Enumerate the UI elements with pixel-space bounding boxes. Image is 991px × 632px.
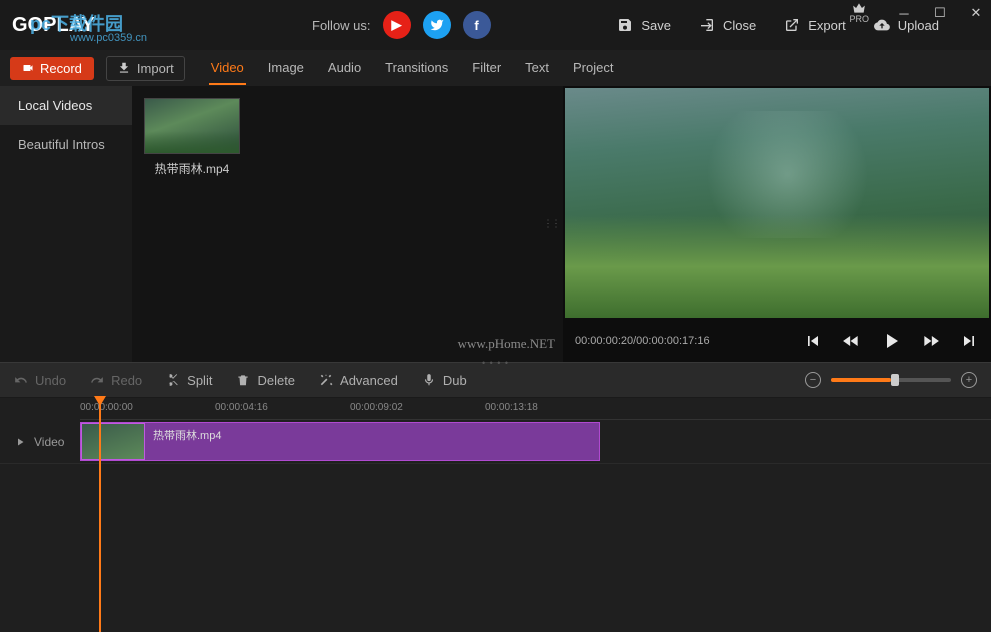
- close-label: Close: [723, 18, 756, 33]
- media-thumbnail: [144, 98, 240, 154]
- preview-controls: 00:00:00:20/00:00:00:17:16: [563, 320, 991, 362]
- zoom-fill: [831, 378, 891, 382]
- advanced-button[interactable]: Advanced: [319, 373, 398, 388]
- edit-toolbar: • • • • Undo Redo Split Delete Advanced …: [0, 362, 991, 398]
- next-frame-button[interactable]: [921, 331, 941, 351]
- zoom-slider[interactable]: [831, 378, 951, 382]
- youtube-icon[interactable]: ▶: [383, 11, 411, 39]
- watermark-text: www.pHome.NET: [458, 336, 555, 352]
- delete-button[interactable]: Delete: [236, 373, 295, 388]
- zoom-in-button[interactable]: +: [961, 372, 977, 388]
- media-clip[interactable]: 热带雨林.mp4: [144, 98, 240, 177]
- ruler-mark: 00:00:09:02: [350, 402, 403, 413]
- clip-thumbnail: [81, 423, 145, 460]
- import-label: Import: [137, 61, 174, 76]
- tab-audio[interactable]: Audio: [326, 52, 363, 85]
- skip-end-button[interactable]: [959, 331, 979, 351]
- time-display: 00:00:00:20/00:00:00:17:16: [575, 335, 710, 347]
- tab-transitions[interactable]: Transitions: [383, 52, 450, 85]
- save-icon: [617, 17, 633, 33]
- clip-label: 热带雨林.mp4: [145, 423, 599, 460]
- tab-image[interactable]: Image: [266, 52, 306, 85]
- crown-icon: [852, 2, 866, 14]
- split-button[interactable]: Split: [166, 373, 212, 388]
- ruler-mark: 00:00:00:00: [80, 402, 133, 413]
- maximize-button[interactable]: ☐: [931, 4, 949, 22]
- sidebar-item-local-videos[interactable]: Local Videos: [0, 86, 132, 125]
- media-clip-name: 热带雨林.mp4: [144, 160, 240, 177]
- media-tabs: Video Image Audio Transitions Filter Tex…: [209, 52, 616, 85]
- redo-button[interactable]: Redo: [90, 373, 142, 388]
- preview-panel: 00:00:00:20/00:00:00:17:16: [563, 86, 991, 362]
- zoom-controls: − +: [805, 372, 977, 388]
- timeline: 00:00:00:00 00:00:04:16 00:00:09:02 00:0…: [0, 398, 991, 632]
- dub-button[interactable]: Dub: [422, 373, 467, 388]
- ruler-mark: 00:00:13:18: [485, 402, 538, 413]
- undo-button[interactable]: Undo: [14, 373, 66, 388]
- export-label: Export: [808, 18, 846, 33]
- follow-us-area: Follow us: ▶ f: [312, 11, 491, 39]
- video-track: Video 热带雨林.mp4: [0, 420, 991, 464]
- close-out-icon: [699, 17, 715, 33]
- tab-video[interactable]: Video: [209, 52, 246, 85]
- mid-area: Local Videos Beautiful Intros 热带雨林.mp4 ⋮…: [0, 86, 991, 362]
- mic-icon: [422, 373, 436, 387]
- titlebar: GOPLAY pc下载件园 www.pc0359.cn Follow us: ▶…: [0, 0, 991, 50]
- export-button[interactable]: Export: [784, 17, 846, 33]
- skip-start-button[interactable]: [803, 331, 823, 351]
- media-library: 热带雨林.mp4 ⋮⋮ www.pHome.NET: [132, 86, 563, 362]
- preview-screen[interactable]: [565, 88, 989, 318]
- tab-text[interactable]: Text: [523, 52, 551, 85]
- watermark-overlay-url: www.pc0359.cn: [70, 32, 147, 44]
- facebook-icon[interactable]: f: [463, 11, 491, 39]
- record-button[interactable]: Record: [10, 57, 94, 80]
- close-button[interactable]: Close: [699, 17, 756, 33]
- record-label: Record: [40, 61, 82, 76]
- record-icon: [22, 62, 34, 74]
- export-icon: [784, 17, 800, 33]
- timeline-ruler[interactable]: 00:00:00:00 00:00:04:16 00:00:09:02 00:0…: [80, 398, 991, 420]
- window-close-button[interactable]: ✕: [967, 4, 985, 22]
- main-toolbar: Record Import Video Image Audio Transiti…: [0, 50, 991, 86]
- sidebar-item-beautiful-intros[interactable]: Beautiful Intros: [0, 125, 132, 164]
- save-label: Save: [641, 18, 671, 33]
- prev-frame-button[interactable]: [841, 331, 861, 351]
- play-button[interactable]: [879, 329, 903, 353]
- wand-icon: [319, 373, 333, 387]
- library-sidebar: Local Videos Beautiful Intros: [0, 86, 132, 362]
- scissors-icon: [166, 373, 180, 387]
- zoom-thumb[interactable]: [891, 374, 899, 386]
- zoom-out-button[interactable]: −: [805, 372, 821, 388]
- track-header: Video: [0, 435, 80, 449]
- playhead[interactable]: [99, 398, 101, 632]
- play-small-icon: [14, 436, 26, 448]
- twitter-icon[interactable]: [423, 11, 451, 39]
- timeline-clip[interactable]: 热带雨林.mp4: [80, 422, 600, 461]
- minimize-button[interactable]: ─: [895, 4, 913, 22]
- undo-icon: [14, 373, 28, 387]
- pro-badge[interactable]: PRO: [849, 2, 869, 24]
- ruler-mark: 00:00:04:16: [215, 402, 268, 413]
- save-button[interactable]: Save: [617, 17, 671, 33]
- import-icon: [117, 61, 131, 75]
- follow-label: Follow us:: [312, 18, 371, 33]
- window-controls: PRO ─ ☐ ✕: [849, 2, 985, 24]
- tab-project[interactable]: Project: [571, 52, 615, 85]
- track-lane[interactable]: 热带雨林.mp4: [80, 420, 991, 463]
- redo-icon: [90, 373, 104, 387]
- panel-resize-handle[interactable]: ⋮⋮: [543, 219, 559, 230]
- trash-icon: [236, 373, 250, 387]
- panel-grip-icon[interactable]: • • • •: [482, 358, 509, 368]
- tab-filter[interactable]: Filter: [470, 52, 503, 85]
- import-button[interactable]: Import: [106, 56, 185, 81]
